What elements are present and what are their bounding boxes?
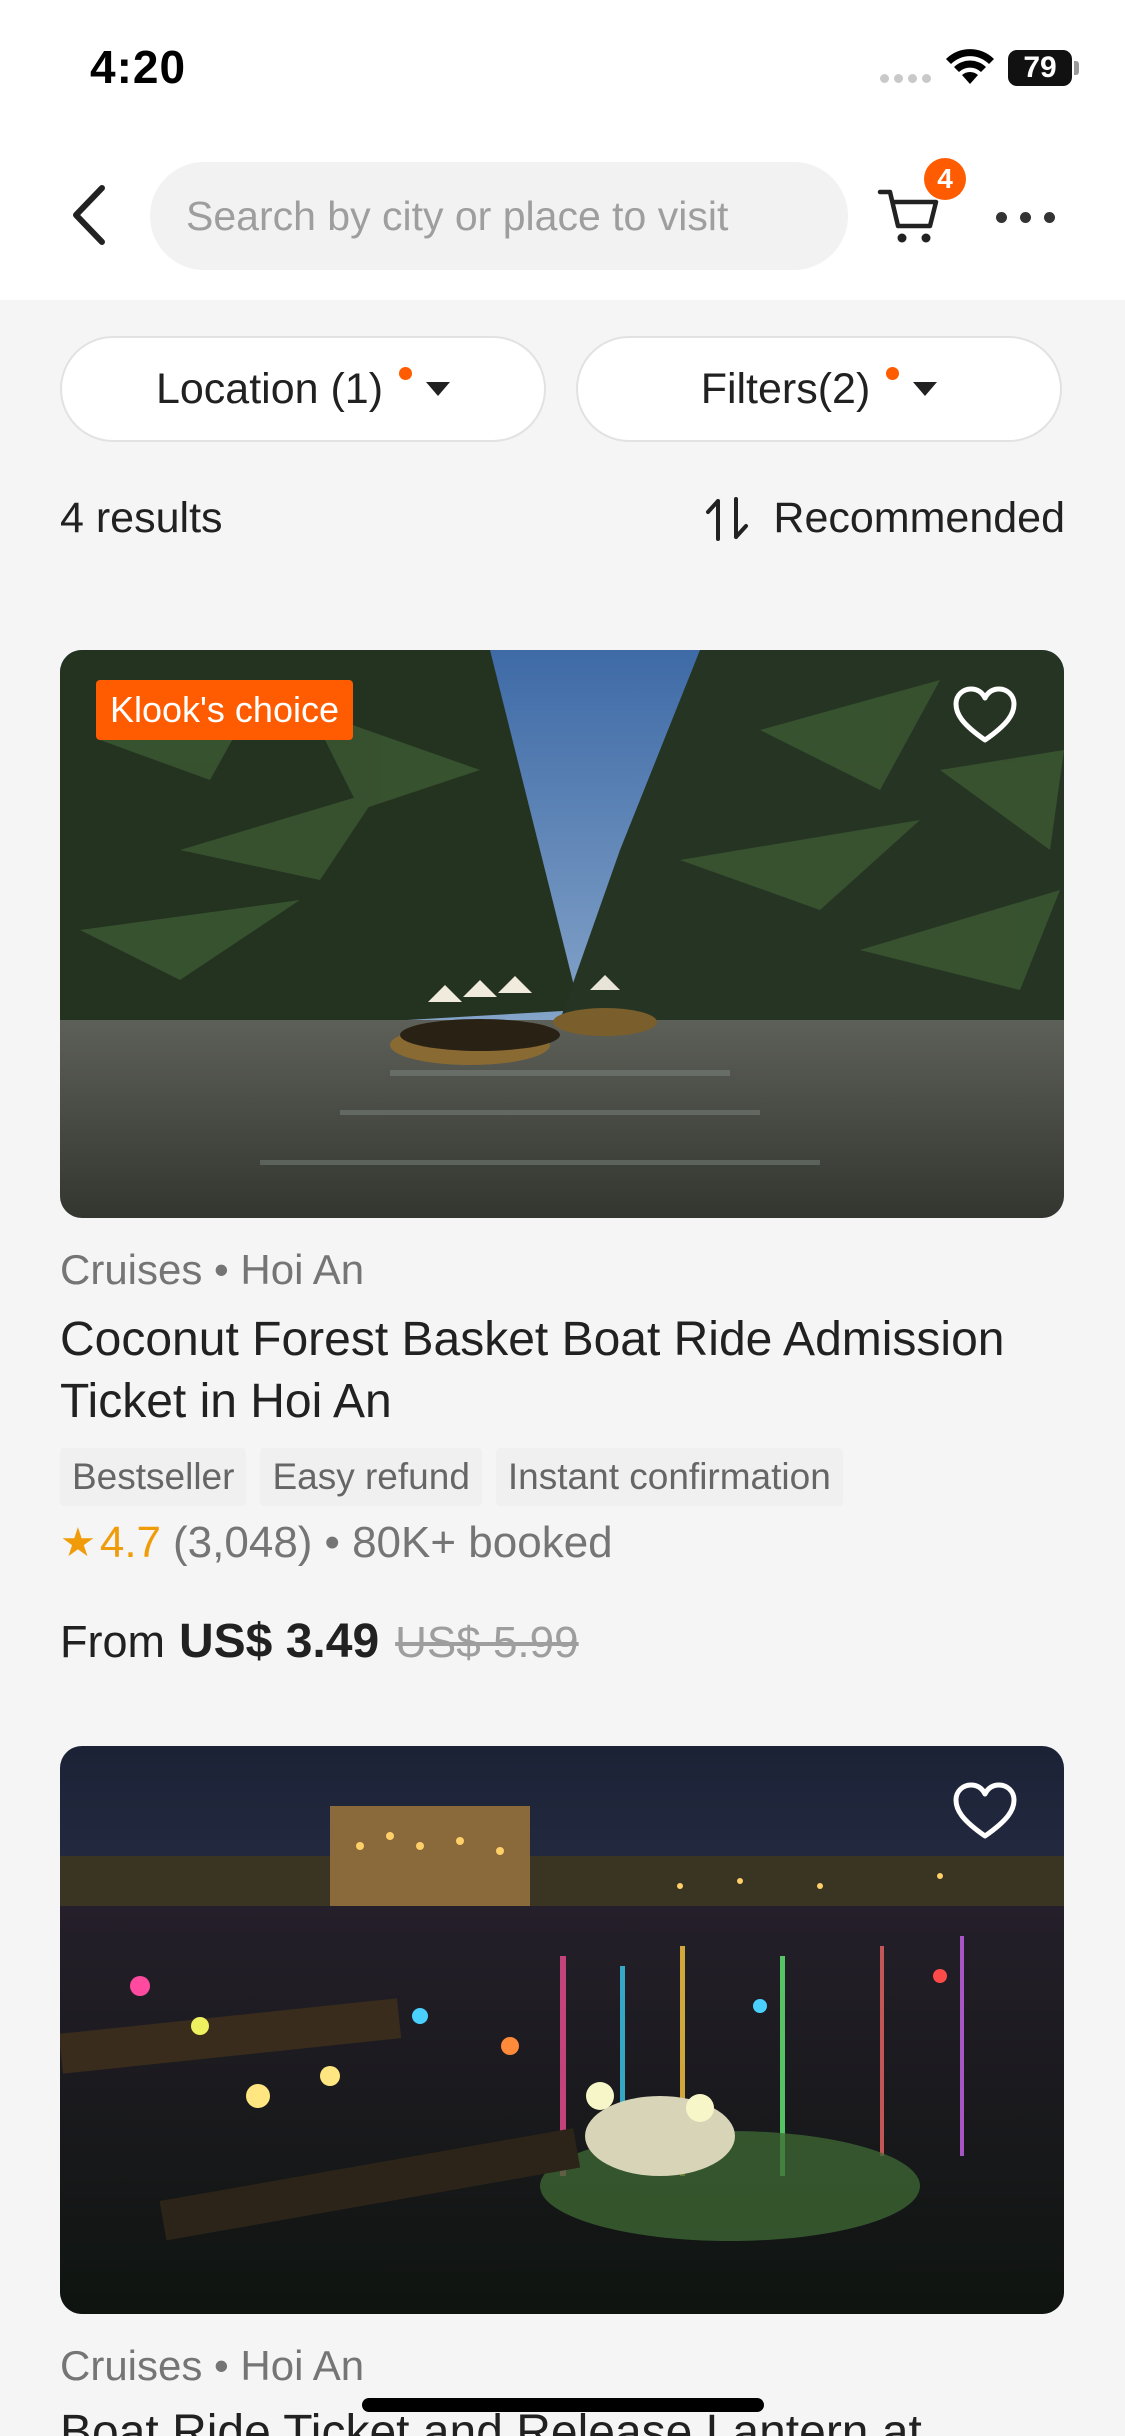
caret-down-icon xyxy=(913,382,938,396)
home-indicator[interactable] xyxy=(362,2398,764,2412)
filters-button[interactable]: Filters(2) xyxy=(576,336,1062,442)
sort-icon xyxy=(706,496,749,541)
location-filter-button[interactable]: Location (1) xyxy=(60,336,546,442)
review-count: (3,048) xyxy=(173,1518,313,1567)
sort-label: Recommended xyxy=(773,494,1065,542)
tag: Easy refund xyxy=(260,1448,482,1506)
cellular-signal-icon xyxy=(880,74,934,84)
heart-icon[interactable] xyxy=(952,1782,1018,1842)
star-icon: ★ xyxy=(60,1521,96,1565)
klook-choice-badge: Klook's choice xyxy=(96,680,353,740)
battery-tip xyxy=(1074,61,1079,75)
more-icon[interactable] xyxy=(996,212,1056,224)
activity-image[interactable]: Klook's choice xyxy=(60,650,1064,1218)
tag: Bestseller xyxy=(60,1448,247,1506)
search-placeholder: Search by city or place to visit xyxy=(186,192,729,239)
status-time: 4:20 xyxy=(90,41,187,93)
caret-down-icon xyxy=(426,382,451,396)
price-amount: US$ 3.49 xyxy=(179,1615,380,1668)
heart-icon[interactable] xyxy=(952,686,1018,746)
active-indicator-dot xyxy=(886,366,900,380)
back-arrow-icon[interactable] xyxy=(62,180,122,250)
results-count: 4 results xyxy=(60,494,223,542)
activity-title[interactable]: Coconut Forest Basket Boat Ride Admissio… xyxy=(60,1309,1020,1433)
location-filter-label: Location (1) xyxy=(155,364,384,413)
original-price: US$ 5.99 xyxy=(395,1618,579,1667)
search-input[interactable]: Search by city or place to visit xyxy=(150,162,848,270)
price-prefix: From xyxy=(60,1616,165,1667)
lantern-boats-photo xyxy=(60,1746,1064,2314)
booked-count: • 80K+ booked xyxy=(324,1518,613,1567)
wifi-icon xyxy=(946,49,994,84)
active-indicator-dot xyxy=(399,366,413,380)
activity-tags: Bestseller Easy refund Instant confirmat… xyxy=(60,1448,843,1506)
battery-indicator: 79 xyxy=(1008,50,1072,86)
cart-count-badge: 4 xyxy=(924,158,966,200)
activity-rating: ★ 4.7 (3,048) • 80K+ booked xyxy=(60,1518,613,1568)
filters-label: Filters(2) xyxy=(700,364,871,413)
rating-score: 4.7 xyxy=(99,1518,162,1567)
activity-image[interactable] xyxy=(60,1746,1064,2314)
activity-category: Cruises • Hoi An xyxy=(60,1246,365,1293)
activity-category: Cruises • Hoi An xyxy=(60,2342,365,2389)
activity-price: From US$ 3.49 US$ 5.99 xyxy=(60,1614,579,1669)
tag: Instant confirmation xyxy=(495,1448,843,1506)
sort-button[interactable]: Recommended xyxy=(703,494,1065,543)
